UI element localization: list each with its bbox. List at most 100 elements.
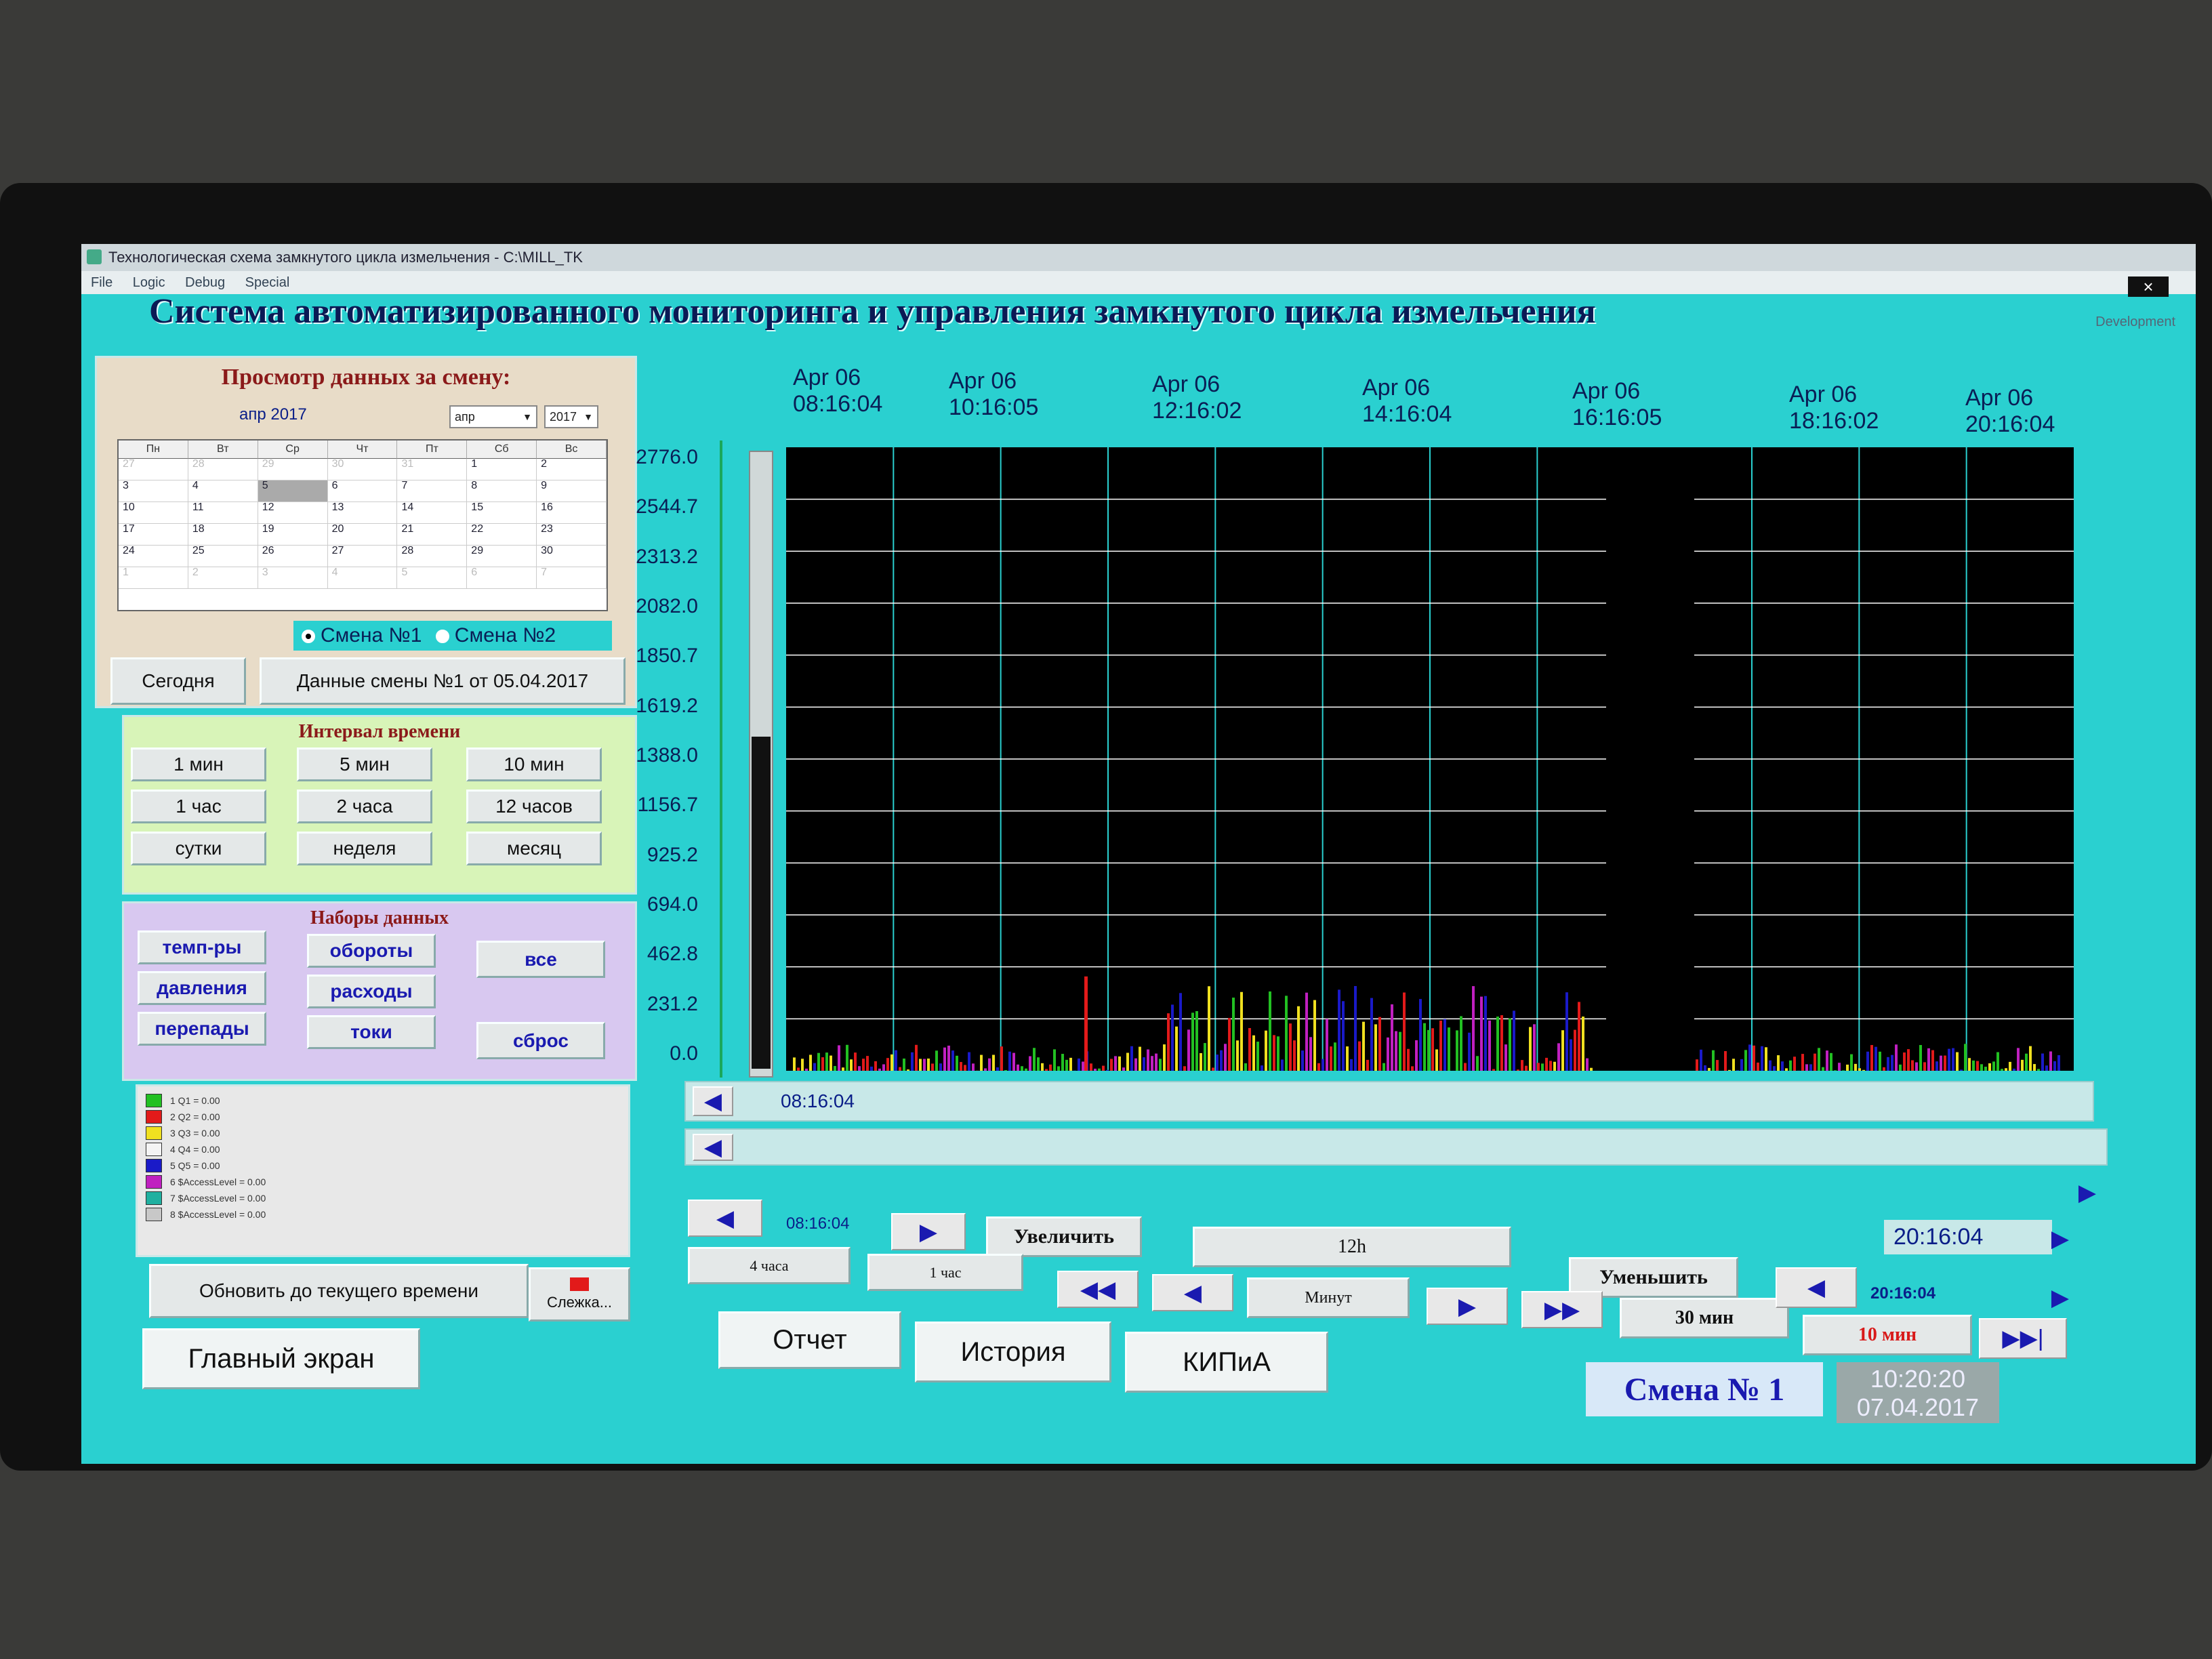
- scroll-left-button[interactable]: ◀: [693, 1086, 733, 1116]
- calendar-day[interactable]: 30: [537, 546, 607, 567]
- tab-instrumentation[interactable]: КИПиА: [1125, 1332, 1328, 1393]
- pressures-button[interactable]: давления: [138, 971, 266, 1005]
- menu-file[interactable]: File: [91, 275, 112, 290]
- vertical-scrollbar[interactable]: [749, 451, 773, 1078]
- interval-1min-button[interactable]: 1 мин: [131, 747, 266, 781]
- calendar-day[interactable]: 3: [258, 567, 328, 589]
- interval-12h-button[interactable]: 12 часов: [466, 790, 602, 823]
- shift2-radio[interactable]: Смена №2: [428, 624, 556, 647]
- calendar-day[interactable]: 2: [537, 459, 607, 480]
- calendar-day[interactable]: 27: [119, 459, 188, 480]
- interval-month-button[interactable]: месяц: [466, 832, 602, 865]
- main-screen-button[interactable]: Главный экран: [142, 1328, 420, 1389]
- vertical-scroll-thumb[interactable]: [752, 737, 771, 1069]
- time-scroll-strip[interactable]: ◀ 08:16:04: [684, 1081, 2094, 1122]
- interval-day-button[interactable]: сутки: [131, 832, 266, 865]
- step-10min-button[interactable]: 10 мин: [1803, 1315, 1972, 1355]
- zoom-in-button[interactable]: Увеличить: [986, 1216, 1142, 1257]
- calendar-day[interactable]: 5: [397, 567, 468, 589]
- right-forward-button[interactable]: ▶: [2026, 1277, 2094, 1318]
- back-button[interactable]: ◀: [1152, 1274, 1233, 1311]
- menu-special[interactable]: Special: [245, 275, 290, 290]
- calendar-day[interactable]: 8: [467, 480, 537, 502]
- all-button[interactable]: все: [476, 941, 605, 978]
- step-4h-button[interactable]: 4 часа: [688, 1247, 851, 1284]
- currents-button[interactable]: токи: [307, 1015, 436, 1049]
- step-30min-button[interactable]: 30 мин: [1620, 1298, 1789, 1338]
- calendar-day[interactable]: 20: [327, 524, 398, 546]
- calendar-day[interactable]: 15: [467, 502, 537, 524]
- calendar-day[interactable]: 12: [258, 502, 328, 524]
- interval-2h-button[interactable]: 2 часа: [297, 790, 432, 823]
- calendar-day[interactable]: 7: [537, 567, 607, 589]
- calendar-day[interactable]: 1: [119, 567, 188, 589]
- interval-1h-button[interactable]: 1 час: [131, 790, 266, 823]
- reset-button[interactable]: сброс: [476, 1022, 605, 1059]
- calendar-day[interactable]: 18: [188, 524, 258, 546]
- step-1h-button[interactable]: 1 час: [867, 1254, 1023, 1291]
- today-button[interactable]: Сегодня: [110, 657, 246, 705]
- calendar-day[interactable]: 21: [397, 524, 468, 546]
- temperatures-button[interactable]: темп-ры: [138, 930, 266, 964]
- calendar-day[interactable]: 29: [258, 459, 328, 480]
- tab-report[interactable]: Отчет: [718, 1311, 901, 1369]
- calendar-day[interactable]: 13: [327, 502, 398, 524]
- rpm-button[interactable]: обороты: [307, 934, 436, 968]
- calendar-day[interactable]: 31: [397, 459, 468, 480]
- shift-data-button[interactable]: Данные смены №1 от 05.04.2017: [260, 657, 626, 705]
- range-left-button[interactable]: ◀: [693, 1134, 733, 1161]
- calendar-day[interactable]: 23: [537, 524, 607, 546]
- year-select[interactable]: 2017 ▼: [544, 405, 598, 428]
- interval-10min-button[interactable]: 10 мин: [466, 747, 602, 781]
- data-spike: [1084, 976, 1088, 1071]
- calendar-day[interactable]: 29: [467, 546, 537, 567]
- calendar-day[interactable]: 24: [119, 546, 188, 567]
- fast-back-button[interactable]: ◀◀: [1057, 1271, 1139, 1308]
- calendar-day[interactable]: 3: [119, 480, 188, 502]
- calendar-day[interactable]: 14: [397, 502, 468, 524]
- calendar-day[interactable]: 17: [119, 524, 188, 546]
- month-select[interactable]: апр ▼: [449, 405, 537, 428]
- calendar-day[interactable]: 19: [258, 524, 328, 546]
- forward-button[interactable]: ▶: [1427, 1288, 1508, 1325]
- shift1-radio[interactable]: Смена №1: [293, 624, 422, 647]
- fast-forward-button[interactable]: ▶▶: [1521, 1291, 1603, 1328]
- step-forward-button[interactable]: ▶: [891, 1213, 966, 1250]
- calendar-day[interactable]: 26: [258, 546, 328, 567]
- calendar-day[interactable]: 30: [327, 459, 398, 480]
- flows-button[interactable]: расходы: [307, 975, 436, 1008]
- calendar-day[interactable]: 5: [258, 480, 328, 502]
- calendar-day[interactable]: 28: [397, 546, 468, 567]
- calendar-day[interactable]: 11: [188, 502, 258, 524]
- calendar-day[interactable]: 9: [537, 480, 607, 502]
- menu-debug[interactable]: Debug: [185, 275, 225, 290]
- range-scroll-strip-2[interactable]: ▶: [684, 1172, 2114, 1213]
- calendar-day[interactable]: 28: [188, 459, 258, 480]
- menu-logic[interactable]: Logic: [133, 275, 165, 290]
- calendar-day[interactable]: 16: [537, 502, 607, 524]
- interval-week-button[interactable]: неделя: [297, 832, 432, 865]
- calendar-day[interactable]: 6: [467, 567, 537, 589]
- calendar-day[interactable]: 4: [327, 567, 398, 589]
- step-back-button[interactable]: ◀: [688, 1200, 762, 1237]
- close-button[interactable]: ×: [2128, 276, 2169, 297]
- tab-history[interactable]: История: [915, 1322, 1111, 1382]
- calendar-day[interactable]: 7: [397, 480, 468, 502]
- calendar-day[interactable]: 10: [119, 502, 188, 524]
- calendar-day[interactable]: 27: [327, 546, 398, 567]
- interval-5min-button[interactable]: 5 мин: [297, 747, 432, 781]
- range-scroll-strip[interactable]: ◀: [684, 1128, 2108, 1166]
- calendar-day[interactable]: 6: [327, 480, 398, 502]
- range-right-button[interactable]: ▶: [2067, 1178, 2108, 1208]
- calendar-day[interactable]: 2: [188, 567, 258, 589]
- calendar-day[interactable]: 1: [467, 459, 537, 480]
- calendar-day[interactable]: 4: [188, 480, 258, 502]
- go-to-end-button[interactable]: ▶▶|: [1979, 1318, 2067, 1359]
- differentials-button[interactable]: перепады: [138, 1012, 266, 1046]
- end-forward-button[interactable]: ▶: [2033, 1220, 2087, 1257]
- calendar-day[interactable]: 22: [467, 524, 537, 546]
- calendar-day[interactable]: 25: [188, 546, 258, 567]
- tracking-button[interactable]: Слежка...: [529, 1267, 630, 1322]
- right-back-button[interactable]: ◀: [1776, 1267, 1857, 1308]
- refresh-to-now-button[interactable]: Обновить до текущего времени: [149, 1264, 529, 1318]
